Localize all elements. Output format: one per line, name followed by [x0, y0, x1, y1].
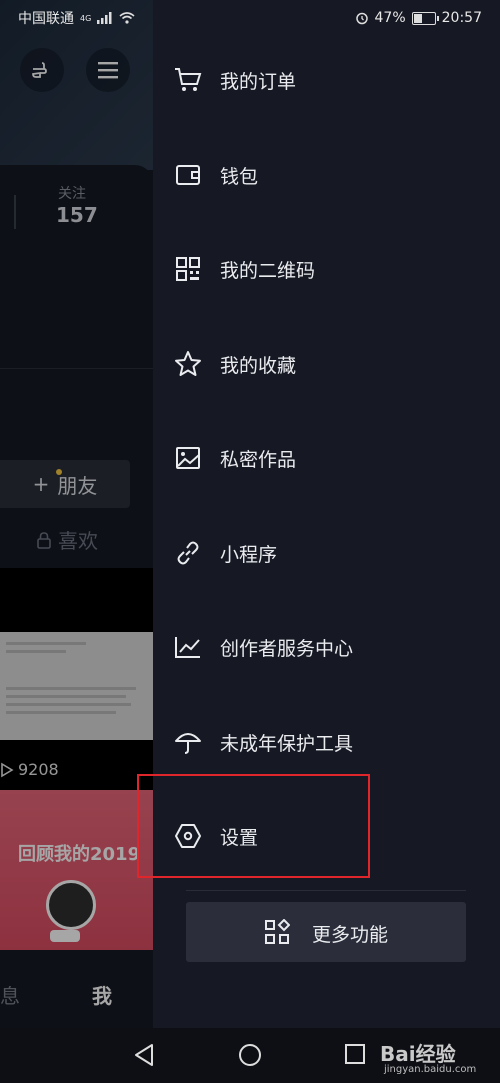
menu-label: 私密作品: [220, 448, 297, 471]
drawer-divider: [186, 890, 466, 891]
wifi-icon: [119, 12, 135, 24]
chart-icon: [173, 632, 203, 662]
menu-label: 我的收藏: [220, 354, 297, 377]
menu-item-mini-programs[interactable]: 小程序: [153, 506, 500, 600]
recents-icon[interactable]: [344, 1043, 366, 1065]
image-icon: [173, 443, 203, 473]
wallet-icon: [173, 160, 203, 190]
menu-label: 我的订单: [220, 70, 297, 93]
link-icon: [173, 538, 203, 568]
menu-item-favorites[interactable]: 我的收藏: [153, 317, 500, 411]
menu-item-qr-code[interactable]: 我的二维码: [153, 222, 500, 316]
menu-label: 钱包: [220, 165, 259, 188]
back-icon[interactable]: [133, 1043, 155, 1067]
battery-icon: [411, 11, 439, 25]
umbrella-icon: [173, 727, 203, 757]
menu-label: 我的二维码: [220, 259, 316, 282]
status-bar: 中国联通 4G 47% 20:57: [0, 0, 500, 36]
drawer-scrim[interactable]: [0, 0, 153, 1083]
menu-label: 未成年保护工具: [220, 732, 354, 755]
cart-icon: [173, 65, 203, 95]
network-label: 4G: [80, 13, 92, 23]
settings-highlight: [137, 774, 370, 878]
signal-icon: [97, 12, 112, 24]
more-features-label: 更多功能: [312, 924, 389, 946]
star-icon: [173, 349, 203, 379]
watermark-brand: Bai经验: [380, 1042, 456, 1066]
profile-page-background: 关注 157 + 朋友 喜欢 9208 回顾我的2019 息 我: [0, 0, 153, 1083]
menu-item-wallet[interactable]: 钱包: [153, 128, 500, 222]
menu-item-orders[interactable]: 我的订单: [153, 33, 500, 127]
clock: 20:57: [441, 10, 482, 26]
more-features-button[interactable]: 更多功能: [186, 902, 466, 962]
menu-item-private-works[interactable]: 私密作品: [153, 411, 500, 505]
qr-code-icon: [173, 254, 203, 284]
battery-percent: 47%: [374, 10, 406, 26]
menu-label: 创作者服务中心: [220, 637, 354, 660]
home-icon[interactable]: [238, 1043, 262, 1067]
carrier-label: 中国联通: [18, 11, 74, 27]
alarm-icon: [355, 12, 368, 25]
grid-icon: [264, 918, 291, 949]
menu-label: 小程序: [220, 543, 278, 566]
menu-item-creator-center[interactable]: 创作者服务中心: [153, 600, 500, 694]
watermark-url: jingyan.baidu.com: [384, 1064, 477, 1075]
